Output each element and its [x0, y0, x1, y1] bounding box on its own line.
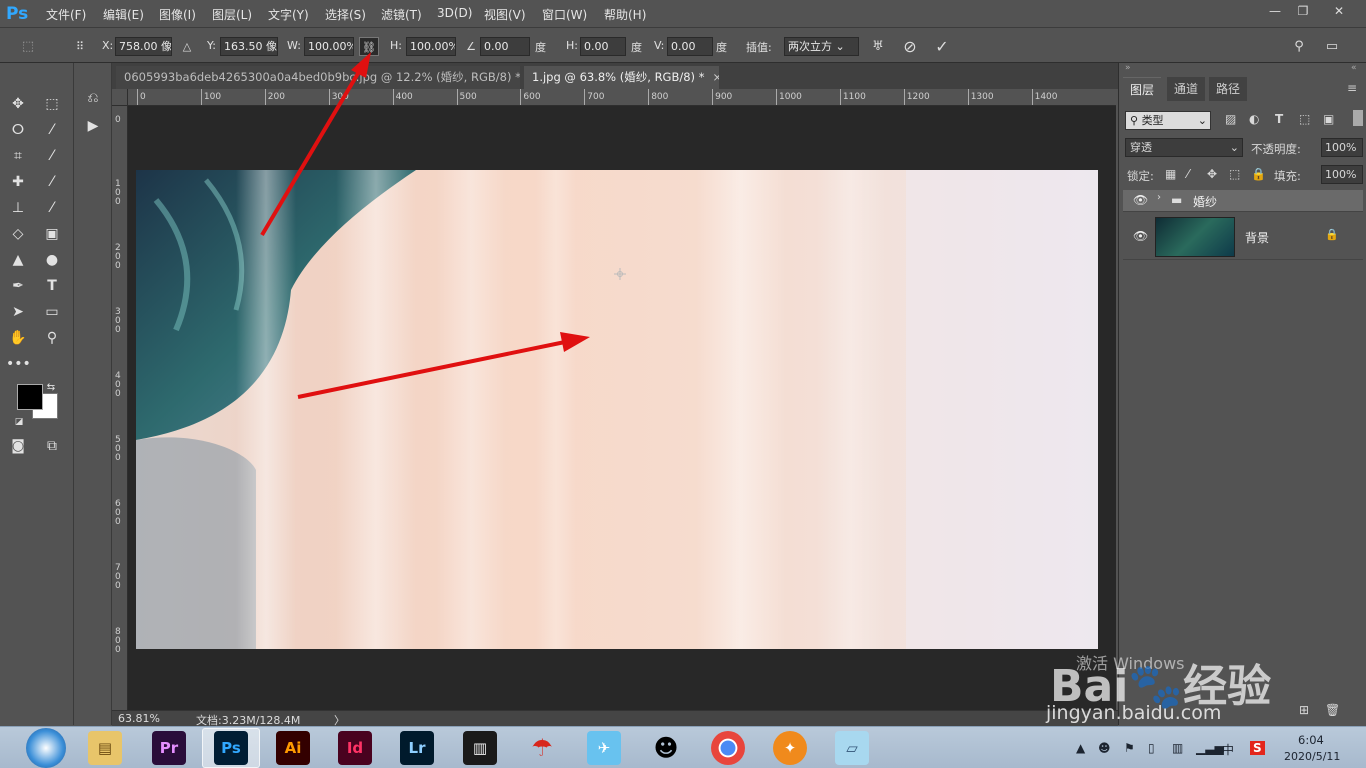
taskbar: ▤ Pr Ps Ai Id Lr ▥ ☂ ✈ ☻ ✦ ▱ ▲ ☻ ⚑ ▯ ▥ ▁… [0, 726, 1366, 768]
tray-signal-icon[interactable]: ▁▃▅ [1196, 741, 1224, 755]
panel-menu-icon[interactable]: ≡ [1347, 81, 1357, 95]
tray-flag-icon[interactable]: ⚑ [1124, 741, 1135, 755]
lock-paint-icon[interactable]: ⁄ [1187, 167, 1189, 181]
lock-position-icon[interactable]: ✥ [1207, 167, 1217, 181]
explorer-icon[interactable]: ▤ [88, 731, 122, 765]
filter-adjust-icon[interactable]: ◐ [1249, 112, 1259, 126]
layer-name[interactable]: 背景 [1245, 229, 1269, 246]
status-bar: 63.81% 文档:3.23M/128.4M 〉 [112, 710, 1118, 727]
chrome-icon[interactable] [711, 731, 745, 765]
start-button[interactable] [26, 728, 66, 768]
layer-filter-select[interactable]: ⚲ 类型 ⌄ [1125, 111, 1211, 130]
tray-qq-icon[interactable]: ☻ [1098, 741, 1111, 755]
group-expand-icon[interactable]: › [1157, 192, 1161, 203]
zoom-level[interactable]: 63.81% [118, 712, 160, 725]
arrow-head [560, 332, 590, 352]
layers-panel: » « 图层 通道 路径 ≡ ⚲ 类型 ⌄ ▨ ◐ T ⬚ ▣ 穿透 ⌄ 不透明度… [1118, 63, 1366, 725]
collapse-icon[interactable]: » [1125, 63, 1131, 73]
layer-name[interactable]: 婚纱 [1193, 193, 1217, 210]
layer-filter-label: 类型 [1141, 114, 1164, 127]
illustrator-icon[interactable]: Ai [276, 731, 310, 765]
tab-paths[interactable]: 路径 [1209, 77, 1248, 101]
clock-time[interactable]: 6:04 [1298, 733, 1324, 747]
clock-date[interactable]: 2020/5/11 [1284, 750, 1340, 763]
opacity-label: 不透明度: [1251, 142, 1301, 156]
blend-mode-value: 穿透 [1130, 141, 1152, 154]
tab-channels[interactable]: 通道 [1167, 77, 1206, 101]
umbrella-app-icon[interactable]: ☂ [525, 731, 559, 765]
tray-ime-label[interactable]: 中 [1222, 741, 1234, 758]
video-editor-icon[interactable]: ▥ [463, 731, 497, 765]
premiere-icon[interactable]: Pr [152, 731, 186, 765]
filter-image-icon[interactable]: ▨ [1225, 112, 1236, 126]
lock-icon: 🔒 [1325, 228, 1339, 241]
filter-smart-icon[interactable]: ▣ [1323, 112, 1334, 126]
folder-icon: ▬ [1171, 193, 1183, 207]
layer-row-group[interactable]: 👁 › ▬ 婚纱 [1123, 190, 1363, 212]
layer-thumbnail [1155, 217, 1235, 257]
bird-app-icon[interactable]: ✈ [587, 731, 621, 765]
browser-icon[interactable]: ✦ [773, 731, 807, 765]
baidu-url: jingyan.baidu.com [1046, 702, 1222, 724]
layer-row-background[interactable]: 👁 背景 🔒 [1123, 214, 1363, 260]
photoshop-taskbar-icon[interactable]: Ps [214, 731, 248, 765]
lock-artboard-icon[interactable]: ⬚ [1229, 167, 1240, 181]
visibility-eye-icon[interactable]: 👁 [1133, 193, 1148, 207]
lock-transparent-icon[interactable]: ▦ [1165, 167, 1176, 181]
arrow-to-link-icon [260, 68, 362, 237]
lightroom-icon[interactable]: Lr [400, 731, 434, 765]
arrow-head [351, 52, 371, 78]
tray-expand-icon[interactable]: ▲ [1076, 741, 1085, 755]
filter-type-icon[interactable]: T [1275, 112, 1283, 126]
tab-layers[interactable]: 图层 [1123, 77, 1162, 101]
tray-sogou-icon[interactable]: S [1250, 741, 1265, 755]
notes-icon[interactable]: ▱ [835, 731, 869, 765]
expand-icon[interactable]: « [1351, 63, 1357, 73]
arrow-to-canvas [297, 340, 566, 399]
blend-mode-select[interactable]: 穿透 ⌄ [1125, 138, 1243, 157]
visibility-eye-icon[interactable]: 👁 [1133, 229, 1148, 243]
filter-toggle[interactable] [1353, 110, 1363, 126]
tray-battery-icon[interactable]: ▯ [1148, 741, 1155, 755]
delete-layer-icon[interactable]: 🗑 [1325, 703, 1340, 717]
lock-label: 锁定: [1127, 169, 1154, 183]
fill-label: 填充: [1274, 169, 1301, 183]
indesign-icon[interactable]: Id [338, 731, 372, 765]
opacity-input[interactable]: 100% [1321, 138, 1363, 157]
filter-shape-icon[interactable]: ⬚ [1299, 112, 1310, 126]
lock-all-icon[interactable]: 🔒 [1251, 167, 1266, 181]
qq-icon[interactable]: ☻ [649, 731, 683, 765]
tray-network-icon[interactable]: ▥ [1172, 741, 1183, 755]
fill-input[interactable]: 100% [1321, 165, 1363, 184]
new-layer-icon[interactable]: ⊞ [1299, 703, 1309, 717]
